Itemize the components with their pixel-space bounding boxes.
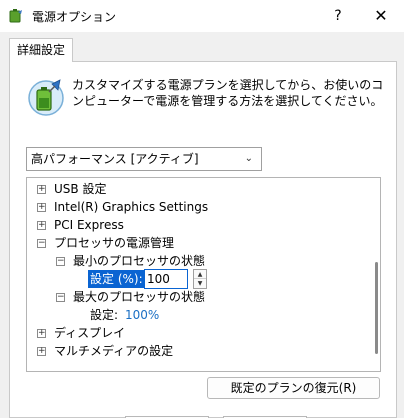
- spin-down-icon[interactable]: ▼: [194, 279, 206, 288]
- chevron-down-icon: ⌄: [244, 153, 253, 164]
- expand-icon[interactable]: +: [37, 185, 46, 194]
- spinner[interactable]: ▲ ▼: [193, 269, 207, 289]
- window-title: 電源オプション: [32, 10, 117, 24]
- expand-icon[interactable]: +: [37, 347, 46, 356]
- max-setting-row[interactable]: 設定: 100%: [27, 306, 367, 324]
- min-setting-label: 設定 (%):: [88, 270, 145, 288]
- tree-item-pci-express[interactable]: + PCI Express: [27, 216, 367, 234]
- tree-item-processor-power[interactable]: − プロセッサの電源管理: [27, 234, 367, 252]
- tree-item-label: USB 設定: [54, 182, 107, 196]
- advanced-settings-panel: カスタマイズする電源プランを選択してから、お使いのコンピューターで電源を管理する…: [9, 61, 397, 418]
- title-bar: 電源オプション ? ✕: [0, 0, 404, 32]
- battery-icon: [9, 9, 22, 23]
- tree-item-max-processor-state[interactable]: − 最大のプロセッサの状態: [27, 288, 367, 306]
- max-setting-value[interactable]: 100%: [125, 306, 159, 324]
- tab-advanced-settings[interactable]: 詳細設定: [9, 38, 74, 62]
- power-plan-value: 高パフォーマンス [アクティブ]: [31, 152, 199, 166]
- tree-item-intel-graphics[interactable]: + Intel(R) Graphics Settings: [27, 198, 367, 216]
- restore-default-plan-button[interactable]: 既定のプランの復元(R): [207, 377, 380, 399]
- power-plan-select[interactable]: 高パフォーマンス [アクティブ] ⌄: [26, 147, 262, 171]
- min-setting-row[interactable]: 設定 (%): 100 ▲ ▼: [27, 269, 367, 289]
- tree-item-label: 最大のプロセッサの状態: [73, 290, 206, 304]
- collapse-icon[interactable]: −: [56, 293, 65, 302]
- collapse-icon[interactable]: −: [56, 257, 65, 266]
- tree-item-label: プロセッサの電源管理: [54, 236, 175, 250]
- tree-item-label: 最小のプロセッサの状態: [73, 254, 206, 268]
- battery-power-icon: [28, 79, 64, 116]
- expand-icon[interactable]: +: [37, 221, 46, 230]
- tree-item-label: Intel(R) Graphics Settings: [54, 200, 209, 214]
- tree-scrollbar[interactable]: [375, 262, 378, 354]
- close-button[interactable]: ✕: [368, 4, 394, 28]
- tree-item-label: PCI Express: [54, 218, 124, 232]
- expand-icon[interactable]: +: [37, 203, 46, 212]
- collapse-icon[interactable]: −: [37, 239, 46, 248]
- help-button[interactable]: ?: [326, 4, 350, 28]
- settings-tree[interactable]: + USB 設定 + Intel(R) Graphics Settings + …: [26, 177, 381, 372]
- tree-item-min-processor-state[interactable]: − 最小のプロセッサの状態: [27, 252, 367, 270]
- min-processor-input[interactable]: 100: [144, 269, 188, 289]
- tree-item-label: ディスプレイ: [54, 326, 126, 340]
- description-text: カスタマイズする電源プランを選択してから、お使いのコンピューターで電源を管理する…: [72, 78, 384, 108]
- spin-up-icon[interactable]: ▲: [194, 270, 206, 279]
- tree-item-label: マルチメディアの設定: [54, 344, 174, 358]
- max-setting-label: 設定:: [90, 308, 119, 322]
- expand-icon[interactable]: +: [37, 329, 46, 338]
- tree-item-usb[interactable]: + USB 設定: [27, 180, 367, 198]
- tree-item-multimedia[interactable]: + マルチメディアの設定: [27, 342, 367, 360]
- tree-item-display[interactable]: + ディスプレイ: [27, 324, 367, 342]
